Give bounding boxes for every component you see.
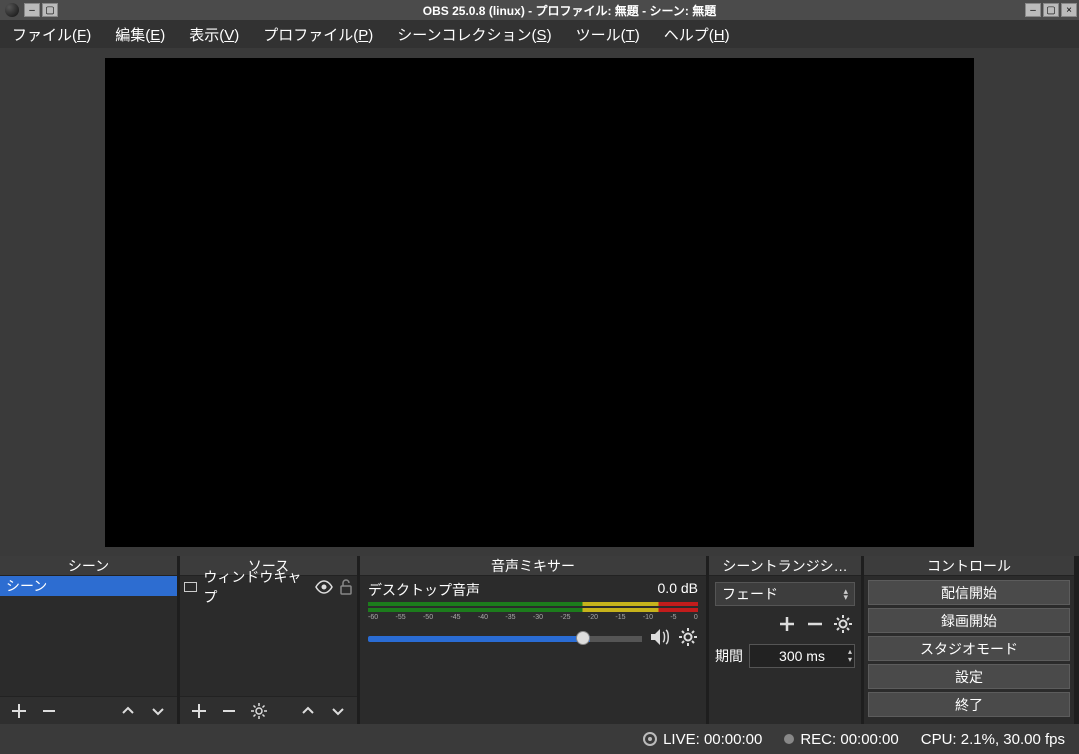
dropdown-arrows-icon: ▴▾ (843, 588, 848, 600)
duration-spinner[interactable]: 300 ms ▴▾ (749, 644, 855, 668)
spinner-arrows-icon[interactable]: ▴▾ (848, 648, 852, 664)
exit-button[interactable]: 終了 (868, 692, 1070, 717)
visibility-icon[interactable] (315, 580, 333, 594)
menubar: ファイル(F) 編集(E) 表示(V) プロファイル(P) シーンコレクション(… (0, 20, 1079, 48)
speaker-icon[interactable] (650, 628, 670, 649)
sources-panel: ソース ウィンドウキャプ (180, 556, 357, 724)
menu-scene-collection[interactable]: シーンコレクション(S) (391, 22, 557, 47)
source-properties-button[interactable] (248, 700, 270, 722)
audio-ticks: -60-55-50-45-40-35-30-25-20-15-10-50 (368, 614, 698, 621)
studio-mode-button[interactable]: スタジオモード (868, 636, 1070, 661)
status-cpu: CPU: 2.1%, 30.00 fps (921, 731, 1065, 748)
titlebar-minimize[interactable]: – (1025, 3, 1041, 17)
settings-button[interactable]: 設定 (868, 664, 1070, 689)
status-live: LIVE: 00:00:00 (663, 731, 762, 748)
window-titlebar: – ▢ OBS 25.0.8 (linux) - プロファイル: 無題 - シー… (0, 0, 1079, 20)
menu-view[interactable]: 表示(V) (183, 22, 245, 47)
preview-area (0, 48, 1079, 556)
scene-item[interactable]: シーン (0, 576, 177, 596)
source-remove-button[interactable] (218, 700, 240, 722)
transitions-header: シーントランジシ… (709, 556, 861, 576)
bottom-panels: シーン シーン ソース ウィンドウキャプ (0, 556, 1079, 724)
transition-remove-button[interactable] (803, 612, 827, 636)
source-item[interactable]: ウィンドウキャプ (180, 576, 357, 598)
menu-file[interactable]: ファイル(F) (6, 22, 97, 47)
mixer-settings-icon[interactable] (678, 627, 698, 650)
start-stream-button[interactable]: 配信開始 (868, 580, 1070, 605)
start-record-button[interactable]: 録画開始 (868, 608, 1070, 633)
scene-remove-button[interactable] (38, 700, 60, 722)
source-down-button[interactable] (327, 700, 349, 722)
source-up-button[interactable] (297, 700, 319, 722)
window-title: OBS 25.0.8 (linux) - プロファイル: 無題 - シーン: 無… (60, 2, 1079, 19)
scenes-panel: シーン シーン (0, 556, 177, 724)
audio-meter-top (368, 602, 698, 606)
titlebar-minimize-left[interactable]: – (24, 3, 40, 17)
menu-tools[interactable]: ツール(T) (570, 22, 646, 47)
scene-up-button[interactable] (117, 700, 139, 722)
app-icon (5, 3, 19, 17)
transition-dropdown[interactable]: フェード ▴▾ (715, 582, 855, 606)
mixer-level-label: 0.0 dB (658, 580, 698, 600)
transition-settings-icon[interactable] (831, 612, 855, 636)
source-label: ウィンドウキャプ (203, 567, 309, 607)
controls-panel: コントロール 配信開始 録画開始 スタジオモード 設定 終了 (864, 556, 1074, 724)
transitions-panel: シーントランジシ… フェード ▴▾ 期間 300 ms ▴▾ (709, 556, 861, 724)
sources-list[interactable]: ウィンドウキャプ (180, 576, 357, 696)
titlebar-maximize-left[interactable]: ▢ (42, 3, 58, 17)
status-rec: REC: 00:00:00 (800, 731, 898, 748)
connection-icon (643, 732, 657, 746)
transition-add-button[interactable] (775, 612, 799, 636)
controls-header: コントロール (864, 556, 1074, 576)
menu-help[interactable]: ヘルプ(H) (658, 22, 736, 47)
menu-profile[interactable]: プロファイル(P) (257, 22, 379, 47)
mixer-channel-label: デスクトップ音声 (368, 580, 480, 600)
audio-meter-bottom (368, 608, 698, 612)
scene-add-button[interactable] (8, 700, 30, 722)
titlebar-close[interactable]: × (1061, 3, 1077, 17)
source-add-button[interactable] (188, 700, 210, 722)
status-bar: LIVE: 00:00:00 REC: 00:00:00 CPU: 2.1%, … (0, 724, 1079, 754)
scene-down-button[interactable] (147, 700, 169, 722)
lock-icon[interactable] (339, 579, 353, 595)
mixer-panel: 音声ミキサー デスクトップ音声 0.0 dB -60-55-50-45-40-3… (360, 556, 706, 724)
scenes-header: シーン (0, 556, 177, 576)
scenes-list[interactable]: シーン (0, 576, 177, 696)
record-dot-icon (784, 734, 794, 744)
volume-slider[interactable] (368, 636, 642, 642)
menu-edit[interactable]: 編集(E) (109, 22, 171, 47)
window-icon (184, 582, 197, 592)
titlebar-maximize[interactable]: ▢ (1043, 3, 1059, 17)
mixer-header: 音声ミキサー (360, 556, 706, 576)
preview-canvas[interactable] (105, 58, 974, 547)
duration-label: 期間 (715, 646, 743, 666)
